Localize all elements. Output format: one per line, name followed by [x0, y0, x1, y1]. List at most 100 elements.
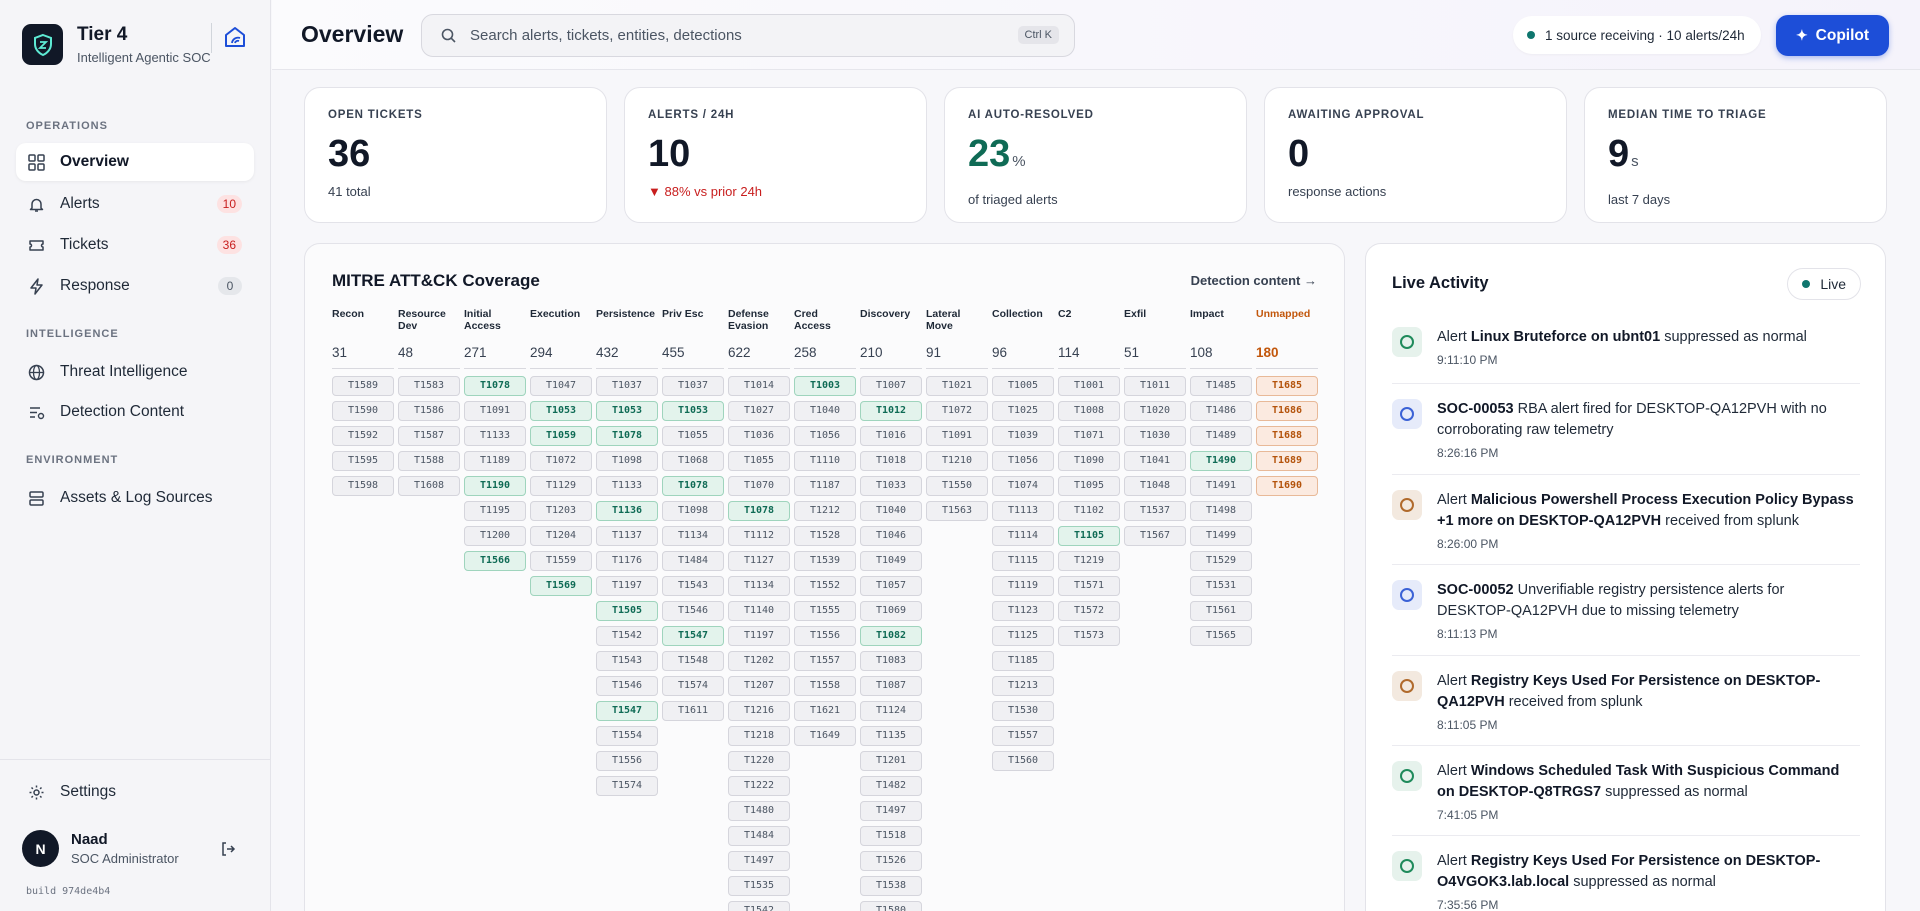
stat-card[interactable]: OPEN TICKETS 36 41 total [304, 87, 607, 223]
live-toggle[interactable]: Live [1787, 268, 1861, 300]
technique-chip[interactable]: T1185 [992, 651, 1054, 671]
technique-chip[interactable]: T1008 [1058, 401, 1120, 421]
technique-chip[interactable]: T1539 [794, 551, 856, 571]
technique-chip[interactable]: T1543 [662, 576, 724, 596]
stat-card[interactable]: MEDIAN TIME TO TRIAGE 9 s last 7 days [1584, 87, 1887, 223]
technique-chip[interactable]: T1027 [728, 401, 790, 421]
technique-chip[interactable]: T1014 [728, 376, 790, 396]
technique-chip[interactable]: T1580 [860, 901, 922, 911]
technique-chip[interactable]: T1598 [332, 476, 394, 496]
technique-chip[interactable]: T1560 [992, 751, 1054, 771]
technique-chip[interactable]: T1187 [794, 476, 856, 496]
technique-chip[interactable]: T1020 [1124, 401, 1186, 421]
technique-chip[interactable]: T1497 [860, 801, 922, 821]
technique-chip[interactable]: T1140 [728, 601, 790, 621]
technique-chip[interactable]: T1550 [926, 476, 988, 496]
technique-chip[interactable]: T1041 [1124, 451, 1186, 471]
technique-chip[interactable]: T1123 [992, 601, 1054, 621]
technique-chip[interactable]: T1480 [728, 801, 790, 821]
technique-chip[interactable]: T1112 [728, 526, 790, 546]
technique-chip[interactable]: T1547 [596, 701, 658, 721]
technique-chip[interactable]: T1090 [1058, 451, 1120, 471]
technique-chip[interactable]: T1057 [860, 576, 922, 596]
technique-chip[interactable]: T1072 [926, 401, 988, 421]
technique-chip[interactable]: T1552 [794, 576, 856, 596]
technique-chip[interactable]: T1197 [596, 576, 658, 596]
technique-chip[interactable]: T1573 [1058, 626, 1120, 646]
technique-chip[interactable]: T1049 [860, 551, 922, 571]
technique-chip[interactable]: T1018 [860, 451, 922, 471]
technique-chip[interactable]: T1134 [662, 526, 724, 546]
technique-chip[interactable]: T1133 [464, 426, 526, 446]
technique-chip[interactable]: T1135 [860, 726, 922, 746]
technique-chip[interactable]: T1574 [662, 676, 724, 696]
technique-chip[interactable]: T1129 [530, 476, 592, 496]
technique-chip[interactable]: T1105 [1058, 526, 1120, 546]
technique-chip[interactable]: T1201 [860, 751, 922, 771]
technique-chip[interactable]: T1528 [794, 526, 856, 546]
technique-chip[interactable]: T1095 [1058, 476, 1120, 496]
technique-chip[interactable]: T1047 [530, 376, 592, 396]
search-bar[interactable]: Ctrl K [421, 14, 1075, 57]
technique-chip[interactable]: T1110 [794, 451, 856, 471]
activity-item[interactable]: Alert Windows Scheduled Task With Suspic… [1392, 761, 1860, 822]
technique-chip[interactable]: T1499 [1190, 526, 1252, 546]
technique-chip[interactable]: T1068 [662, 451, 724, 471]
technique-chip[interactable]: T1590 [332, 401, 394, 421]
technique-chip[interactable]: T1056 [794, 426, 856, 446]
technique-chip[interactable]: T1491 [1190, 476, 1252, 496]
technique-chip[interactable]: T1012 [860, 401, 922, 421]
technique-chip[interactable]: T1210 [926, 451, 988, 471]
technique-chip[interactable]: T1003 [794, 376, 856, 396]
technique-chip[interactable]: T1526 [860, 851, 922, 871]
technique-chip[interactable]: T1083 [860, 651, 922, 671]
technique-chip[interactable]: T1685 [1256, 376, 1318, 396]
technique-chip[interactable]: T1688 [1256, 426, 1318, 446]
technique-chip[interactable]: T1561 [1190, 601, 1252, 621]
technique-chip[interactable]: T1531 [1190, 576, 1252, 596]
nav-tickets[interactable]: Tickets 36 [16, 226, 254, 264]
technique-chip[interactable]: T1482 [860, 776, 922, 796]
technique-chip[interactable]: T1484 [662, 551, 724, 571]
technique-chip[interactable]: T1039 [992, 426, 1054, 446]
technique-chip[interactable]: T1037 [662, 376, 724, 396]
technique-chip[interactable]: T1204 [530, 526, 592, 546]
technique-chip[interactable]: T1537 [1124, 501, 1186, 521]
technique-chip[interactable]: T1595 [332, 451, 394, 471]
technique-chip[interactable]: T1219 [1058, 551, 1120, 571]
technique-chip[interactable]: T1538 [860, 876, 922, 896]
technique-chip[interactable]: T1556 [596, 751, 658, 771]
technique-chip[interactable]: T1011 [1124, 376, 1186, 396]
technique-chip[interactable]: T1559 [530, 551, 592, 571]
technique-chip[interactable]: T1069 [860, 601, 922, 621]
activity-item[interactable]: Alert Registry Keys Used For Persistence… [1392, 851, 1860, 911]
technique-chip[interactable]: T1574 [596, 776, 658, 796]
brand[interactable]: Tier 4 Intelligent Agentic SOC [22, 24, 211, 65]
technique-chip[interactable]: T1114 [992, 526, 1054, 546]
technique-chip[interactable]: T1030 [1124, 426, 1186, 446]
technique-chip[interactable]: T1053 [662, 401, 724, 421]
technique-chip[interactable]: T1005 [992, 376, 1054, 396]
user-profile[interactable]: N Naad SOC Administrator [22, 830, 179, 867]
technique-chip[interactable]: T1102 [1058, 501, 1120, 521]
technique-chip[interactable]: T1589 [332, 376, 394, 396]
technique-chip[interactable]: T1557 [992, 726, 1054, 746]
technique-chip[interactable]: T1484 [728, 826, 790, 846]
search-input[interactable] [470, 27, 990, 44]
activity-item[interactable]: Alert Linux Bruteforce on ubnt01 suppres… [1392, 327, 1860, 367]
technique-chip[interactable]: T1127 [728, 551, 790, 571]
technique-chip[interactable]: T1189 [464, 451, 526, 471]
nav-threat-intelligence[interactable]: Threat Intelligence [16, 353, 254, 391]
technique-chip[interactable]: T1689 [1256, 451, 1318, 471]
technique-chip[interactable]: T1586 [398, 401, 460, 421]
nav-response[interactable]: Response 0 [16, 267, 254, 305]
technique-chip[interactable]: T1070 [728, 476, 790, 496]
technique-chip[interactable]: T1649 [794, 726, 856, 746]
technique-chip[interactable]: T1566 [464, 551, 526, 571]
activity-item[interactable]: SOC-00053 RBA alert fired for DESKTOP-QA… [1392, 399, 1860, 460]
technique-chip[interactable]: T1529 [1190, 551, 1252, 571]
technique-chip[interactable]: T1056 [992, 451, 1054, 471]
technique-chip[interactable]: T1571 [1058, 576, 1120, 596]
technique-chip[interactable]: T1078 [728, 501, 790, 521]
technique-chip[interactable]: T1113 [992, 501, 1054, 521]
